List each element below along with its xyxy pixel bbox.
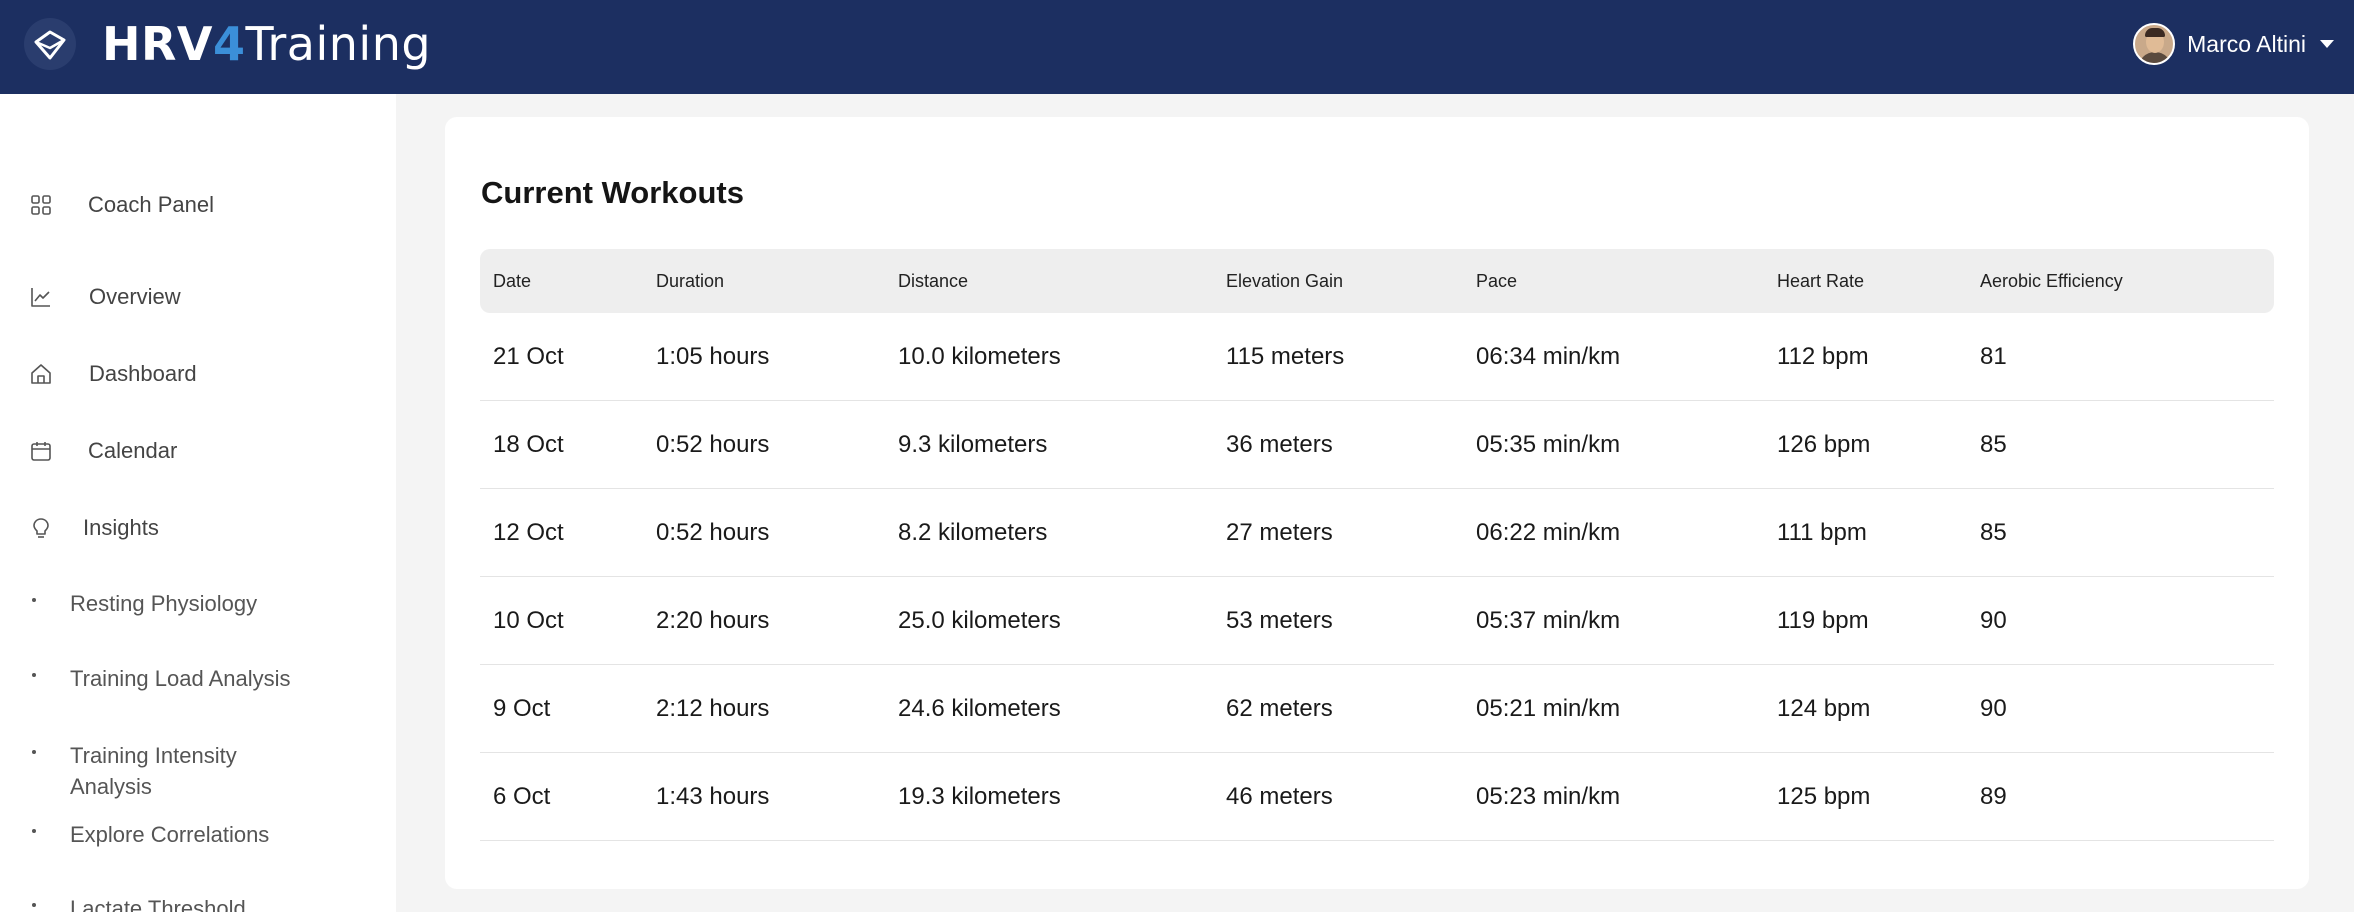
cell-date: 10 Oct — [493, 607, 564, 634]
sidebar-subitem-resting-physiology[interactable]: Resting Physiology — [0, 588, 396, 619]
cell-elevation-gain: 53 meters — [1226, 607, 1333, 634]
cell-pace: 05:21 min/km — [1476, 695, 1621, 722]
column-header-date[interactable]: Date — [493, 249, 531, 313]
cell-pace: 05:37 min/km — [1476, 607, 1621, 634]
cell-duration: 0:52 hours — [656, 519, 770, 546]
user-menu[interactable]: Marco Altini — [2133, 22, 2334, 66]
sidebar-item-dashboard[interactable]: Dashboard — [0, 352, 396, 396]
cell-distance: 25.0 kilometers — [898, 607, 1061, 634]
cell-pace: 06:34 min/km — [1476, 343, 1621, 370]
cell-heart-rate: 111 bpm — [1777, 519, 1867, 546]
bullet-icon — [32, 673, 36, 677]
chevron-down-icon[interactable] — [2320, 40, 2334, 48]
sidebar-item-label: Dashboard — [89, 361, 197, 386]
cell-heart-rate: 125 bpm — [1777, 783, 1871, 810]
cell-heart-rate: 119 bpm — [1777, 607, 1869, 634]
column-header-duration[interactable]: Duration — [656, 249, 724, 313]
cell-duration: 1:05 hours — [656, 343, 770, 370]
cell-elevation-gain: 27 meters — [1226, 519, 1333, 546]
table-row[interactable]: 10 Oct 2:20 hours 25.0 kilometers 53 met… — [480, 577, 2274, 665]
column-header-aerobic-efficiency[interactable]: Aerobic Efficiency — [1980, 249, 2123, 313]
user-name[interactable]: Marco Altini — [2187, 31, 2306, 58]
brand-name[interactable]: HRV4Training — [102, 14, 431, 74]
table-header: Date Duration Distance Elevation Gain Pa… — [480, 249, 2274, 313]
sidebar-item-coach-panel[interactable]: Coach Panel — [0, 183, 396, 227]
cell-aerobic-efficiency: 81 — [1980, 343, 2007, 370]
sidebar: Coach Panel Overview Dashboard Calendar — [0, 94, 396, 912]
cell-date: 18 Oct — [493, 431, 564, 458]
cell-date: 21 Oct — [493, 343, 564, 370]
sidebar-subitem-label: Training Intensity Analysis — [70, 743, 237, 799]
cell-date: 9 Oct — [493, 695, 551, 722]
page-title: Current Workouts — [481, 175, 744, 210]
bullet-icon — [32, 750, 36, 754]
cell-distance: 10.0 kilometers — [898, 343, 1061, 370]
table-row[interactable]: 12 Oct 0:52 hours 8.2 kilometers 27 mete… — [480, 489, 2274, 577]
cell-duration: 0:52 hours — [656, 431, 770, 458]
table-row[interactable]: 21 Oct 1:05 hours 10.0 kilometers 115 me… — [480, 313, 2274, 401]
grid-icon — [30, 194, 52, 216]
cell-pace: 05:23 min/km — [1476, 783, 1621, 810]
table-row[interactable]: 18 Oct 0:52 hours 9.3 kilometers 36 mete… — [480, 401, 2274, 489]
sidebar-subitem-explore-correlations[interactable]: Explore Correlations — [0, 819, 396, 850]
cell-pace: 06:22 min/km — [1476, 519, 1621, 546]
sidebar-subitem-label: Training Load Analysis — [70, 666, 291, 691]
bullet-icon — [32, 903, 36, 907]
cell-aerobic-efficiency: 90 — [1980, 695, 2007, 722]
workouts-card: Current Workouts Date Duration Distance … — [445, 117, 2309, 889]
sidebar-item-label: Overview — [89, 284, 181, 309]
brand-text-training: Training — [245, 17, 432, 71]
cell-duration: 1:43 hours — [656, 783, 770, 810]
sidebar-item-calendar[interactable]: Calendar — [0, 429, 396, 473]
sidebar-item-label: Coach Panel — [88, 192, 214, 217]
column-header-elevation-gain[interactable]: Elevation Gain — [1226, 249, 1343, 313]
avatar[interactable] — [2133, 23, 2176, 65]
cell-aerobic-efficiency: 90 — [1980, 607, 2007, 634]
cell-distance: 8.2 kilometers — [898, 519, 1048, 546]
cell-distance: 19.3 kilometers — [898, 783, 1061, 810]
bullet-icon — [32, 829, 36, 833]
home-icon — [30, 363, 52, 385]
table-row[interactable]: 9 Oct 2:12 hours 24.6 kilometers 62 mete… — [480, 665, 2274, 753]
line-chart-icon — [30, 286, 52, 308]
brand-text-4: 4 — [213, 17, 246, 71]
cell-distance: 9.3 kilometers — [898, 431, 1048, 458]
sidebar-subitem-label: Explore Correlations — [70, 822, 270, 847]
cell-elevation-gain: 46 meters — [1226, 783, 1333, 810]
calendar-icon — [30, 440, 52, 462]
sidebar-subitem-training-load-analysis[interactable]: Training Load Analysis — [0, 663, 396, 725]
cell-date: 12 Oct — [493, 519, 564, 546]
column-header-distance[interactable]: Distance — [898, 249, 968, 313]
cell-date: 6 Oct — [493, 783, 551, 810]
lightbulb-icon — [30, 517, 52, 539]
cell-pace: 05:35 min/km — [1476, 431, 1621, 458]
cell-distance: 24.6 kilometers — [898, 695, 1061, 722]
sidebar-subitem-label: Resting Physiology — [70, 591, 258, 616]
sidebar-item-label: Calendar — [88, 438, 178, 463]
sidebar-item-overview[interactable]: Overview — [0, 275, 396, 319]
cell-duration: 2:20 hours — [656, 607, 770, 634]
logo-icon[interactable] — [24, 18, 76, 70]
cell-elevation-gain: 115 meters — [1226, 343, 1345, 370]
cell-heart-rate: 126 bpm — [1777, 431, 1871, 458]
sidebar-item-label: Insights — [83, 515, 159, 540]
cell-elevation-gain: 62 meters — [1226, 695, 1333, 722]
top-navbar: HRV4Training Marco Altini — [0, 0, 2354, 94]
column-header-pace[interactable]: Pace — [1476, 249, 1517, 313]
cell-aerobic-efficiency: 85 — [1980, 519, 2007, 546]
brand-text-hrv: HRV — [102, 17, 214, 71]
cell-aerobic-efficiency: 85 — [1980, 431, 2007, 458]
cell-heart-rate: 112 bpm — [1777, 343, 1869, 370]
cell-aerobic-efficiency: 89 — [1980, 783, 2007, 810]
cell-elevation-gain: 36 meters — [1226, 431, 1333, 458]
sidebar-item-insights[interactable]: Insights — [0, 506, 396, 550]
sidebar-subitem-lactate-threshold[interactable]: Lactate Threshold — [0, 893, 396, 912]
sidebar-subitem-training-intensity-analysis[interactable]: Training Intensity Analysis — [0, 740, 396, 802]
cell-duration: 2:12 hours — [656, 695, 770, 722]
table-row[interactable]: 6 Oct 1:43 hours 19.3 kilometers 46 mete… — [480, 753, 2274, 841]
column-header-heart-rate[interactable]: Heart Rate — [1777, 249, 1864, 313]
cell-heart-rate: 124 bpm — [1777, 695, 1871, 722]
bullet-icon — [32, 598, 36, 602]
sidebar-subitem-label: Lactate Threshold — [70, 896, 246, 912]
